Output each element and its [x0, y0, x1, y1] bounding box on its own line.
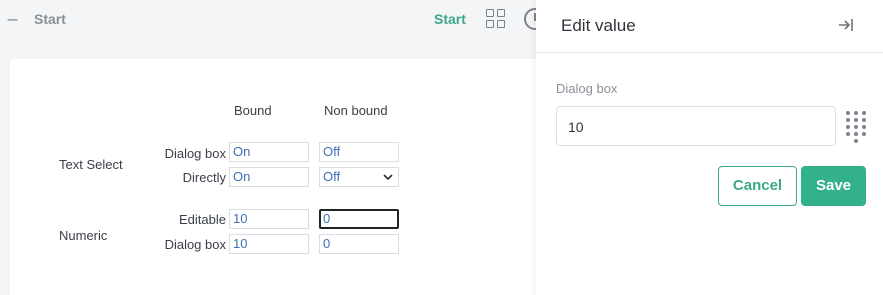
- form-card: Bound Non bound Text Select Numeric Dial…: [10, 59, 550, 295]
- save-button[interactable]: Save: [801, 166, 866, 206]
- row-label-dialog-box: Dialog box: [164, 237, 226, 252]
- text-select-dialog-bound-field[interactable]: On: [229, 142, 309, 162]
- close-panel-icon[interactable]: [836, 15, 856, 35]
- row-label-dialog-box: Dialog box: [164, 146, 226, 161]
- value-input[interactable]: 10: [556, 106, 836, 146]
- row-label-directly: Directly: [182, 170, 226, 185]
- numeric-dialog-nonbound-field[interactable]: 0: [319, 234, 399, 254]
- text-select-dialog-nonbound-field[interactable]: Off: [319, 142, 399, 162]
- cancel-button[interactable]: Cancel: [718, 166, 797, 206]
- numeric-editable-nonbound-field[interactable]: 0: [319, 209, 399, 229]
- edit-value-panel: Edit value Dialog box 10 Cancel Save: [536, 0, 883, 295]
- numeric-editable-bound-field[interactable]: 10: [229, 209, 309, 229]
- numeric-dialog-bound-field[interactable]: 10: [229, 234, 309, 254]
- field-label: Dialog box: [556, 81, 618, 96]
- panel-divider: [536, 52, 883, 53]
- text-select-directly-bound-field[interactable]: On: [229, 167, 309, 187]
- column-header-non-bound: Non bound: [324, 103, 388, 118]
- group-label-numeric: Numeric: [59, 228, 108, 243]
- text-select-directly-nonbound-select[interactable]: Off: [319, 167, 399, 187]
- panel-title: Edit value: [561, 16, 636, 35]
- group-label-text-select: Text Select: [59, 157, 123, 172]
- row-label-editable: Editable: [179, 212, 226, 227]
- column-header-bound: Bound: [234, 103, 272, 118]
- select-value: Off: [323, 169, 341, 184]
- breadcrumb: Start: [34, 11, 66, 27]
- collapse-icon[interactable]: −: [6, 10, 19, 29]
- chevron-down-icon: [383, 174, 393, 181]
- keypad-icon[interactable]: [846, 111, 866, 143]
- start-link[interactable]: Start: [434, 11, 466, 27]
- grid-icon[interactable]: [486, 9, 507, 30]
